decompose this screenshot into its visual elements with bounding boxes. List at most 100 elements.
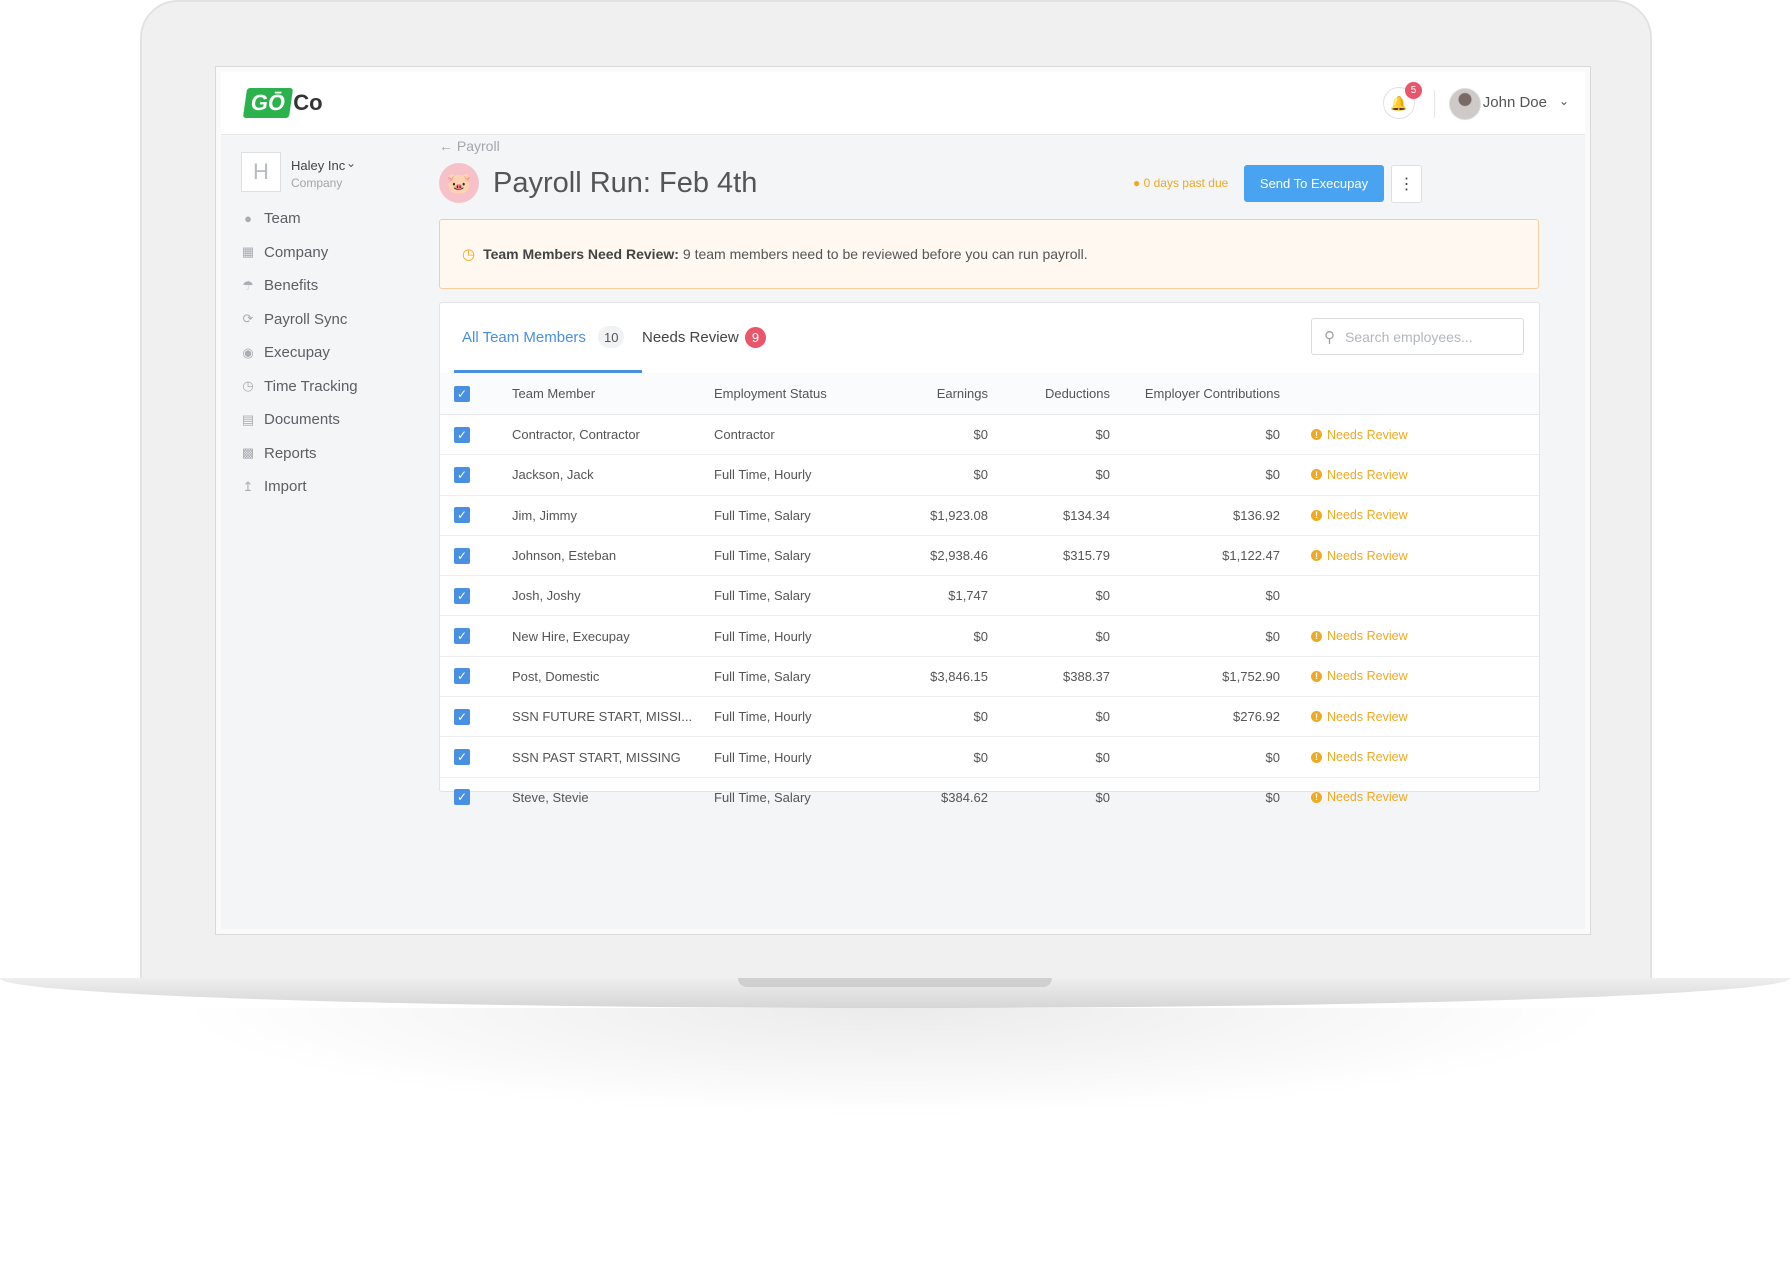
earnings-value: $1,923.08 [875, 495, 989, 536]
table-row[interactable]: ✓ SSN PAST START, MISSING Full Time, Hourl… [440, 736, 1539, 778]
team-member-name[interactable]: Jackson, Jack [511, 454, 713, 496]
row-checkbox[interactable]: ✓ [454, 789, 470, 806]
sync-icon: ⟳ [242, 311, 254, 327]
goco-logo[interactable]: GŌ Co [242, 88, 323, 118]
needs-review-link[interactable]: ! Needs Review [1311, 750, 1538, 764]
sidebar-item-reports[interactable]: ▩ Reports [241, 437, 421, 471]
row-checkbox[interactable]: ✓ [454, 668, 470, 685]
app-screen: GŌ Co 🔔 5 John Doe ⌄ H Haley Inc ⌄ Compa… [216, 67, 1590, 934]
company-initial-box[interactable]: H [241, 152, 281, 192]
row-checkbox[interactable]: ✓ [454, 628, 470, 645]
table-row[interactable]: ✓ Post, Domestic Full Time, Salary $3,846.1… [440, 656, 1539, 698]
table-row[interactable]: ✓ Josh, Joshy Full Time, Salary $1,747 $0 $0 [440, 575, 1539, 617]
piggy-bank-title-icon: 🐷 [439, 163, 479, 203]
deductions-value: $388.37 [989, 656, 1111, 698]
sidebar-item-payroll-sync[interactable]: ⟳ Payroll Sync [241, 303, 421, 337]
row-checkbox[interactable]: ✓ [454, 587, 470, 604]
select-all-checkbox[interactable]: ✓ [454, 385, 470, 402]
team-members-table: ✓ Team Member Employment Status Earnings… [440, 373, 1539, 817]
team-member-name[interactable]: Contractor, Contractor [511, 414, 713, 456]
column-header-employment-status[interactable]: Employment Status [713, 373, 875, 415]
sidebar-item-time-tracking[interactable]: ◷ Time Tracking [241, 370, 421, 404]
contributions-value: $0 [1111, 454, 1281, 496]
row-checkbox[interactable]: ✓ [454, 749, 470, 766]
table-row[interactable]: ✓ Jim, Jimmy Full Time, Salary $1,923.08 $13… [440, 495, 1539, 536]
search-icon: ⚲ [1324, 328, 1335, 346]
employment-status: Full Time, Hourly [713, 454, 875, 496]
sidebar-item-company[interactable]: ▦ Company [241, 236, 421, 270]
needs-review-label: Needs Review [1327, 709, 1408, 724]
team-member-name[interactable]: Josh, Joshy [511, 575, 713, 617]
row-checkbox[interactable]: ✓ [454, 708, 470, 725]
company-chevron-down-icon[interactable]: ⌄ [346, 156, 356, 170]
needs-review-link[interactable]: ! Needs Review [1311, 428, 1538, 442]
table-row[interactable]: ✓ New Hire, Execupay Full Time, Hourly $0 $0… [440, 615, 1539, 657]
column-header-employer-contributions[interactable]: Employer Contributions [1111, 373, 1281, 415]
team-member-name[interactable]: Johnson, Esteban [511, 535, 713, 577]
column-header-team-member[interactable]: Team Member [511, 373, 713, 415]
send-to-execupay-button[interactable]: Send To Execupay [1244, 165, 1384, 202]
needs-review-label: Needs Review [1327, 669, 1408, 684]
team-member-name[interactable]: Steve, Stevie [511, 777, 713, 817]
tab-review-count-badge: 9 [745, 327, 766, 348]
warning-icon: ! [1311, 791, 1322, 803]
needs-review-link[interactable]: ! Needs Review [1311, 629, 1538, 643]
earnings-value: $2,938.46 [875, 535, 989, 577]
team-member-name[interactable]: Jim, Jimmy [511, 495, 713, 536]
tab-all-team-members[interactable]: All Team Members [462, 329, 586, 346]
warning-icon: ! [1311, 670, 1322, 682]
row-checkbox[interactable]: ✓ [454, 507, 470, 524]
needs-review-link[interactable]: ! Needs Review [1311, 710, 1538, 724]
team-member-name[interactable]: New Hire, Execupay [511, 615, 713, 657]
user-name[interactable]: John Doe [1483, 94, 1547, 111]
tab-needs-review[interactable]: Needs Review [642, 329, 739, 346]
document-icon: ▤ [241, 411, 255, 427]
needs-review-link[interactable]: ! Needs Review [1311, 669, 1538, 683]
chevron-down-icon[interactable]: ⌄ [1559, 94, 1569, 108]
logo-co: Co [293, 90, 323, 115]
row-checkbox[interactable]: ✓ [454, 466, 470, 483]
company-name[interactable]: Haley Inc [291, 158, 345, 173]
arrow-left-icon: ← [439, 138, 457, 154]
warning-icon: ! [1311, 429, 1322, 441]
needs-review-link[interactable]: ! Needs Review [1311, 549, 1538, 563]
employment-status: Full Time, Hourly [713, 736, 875, 778]
contributions-value: $0 [1265, 789, 1280, 805]
column-header-earnings[interactable]: Earnings [875, 373, 989, 415]
table-row[interactable]: ✓ Contractor, Contractor Contractor $0 $0 $0!… [440, 414, 1539, 456]
team-member-name[interactable]: Post, Domestic [511, 656, 713, 698]
more-options-icon[interactable]: ⋮ [1391, 165, 1422, 203]
warning-icon: ● [1133, 176, 1141, 190]
needs-review-link[interactable]: ! Needs Review [1311, 468, 1538, 482]
sidebar-item-execupay[interactable]: ◉ Execupay [241, 336, 421, 370]
row-checkbox[interactable]: ✓ [454, 547, 470, 564]
table-row[interactable]: ✓ Johnson, Esteban Full Time, Salary $2,938… [440, 535, 1539, 577]
employment-status: Full Time, Hourly [713, 615, 875, 657]
team-member-name[interactable]: SSN FUTURE START, MISSI... [511, 696, 713, 738]
needs-review-link[interactable]: ! Needs Review [1311, 790, 1538, 804]
deductions-value: $0 [989, 414, 1111, 456]
sidebar-item-import[interactable]: ↥ Import [241, 470, 421, 504]
team-member-name[interactable]: SSN PAST START, MISSING [511, 736, 713, 778]
sidebar-item-label: Documents [264, 411, 340, 429]
table-row[interactable]: ✓ SSN FUTURE START, MISSI... Full Time, Ho… [440, 696, 1539, 738]
warning-icon: ! [1311, 630, 1322, 642]
table-row[interactable]: ✓ Steve, Stevie Full Time, Salary $384.62 $0… [440, 777, 1539, 817]
row-checkbox[interactable]: ✓ [454, 426, 470, 443]
sidebar-item-documents[interactable]: ▤ Documents [241, 403, 421, 437]
employment-status: Contractor [713, 414, 875, 456]
needs-review-link[interactable]: ! Needs Review [1311, 508, 1538, 522]
sidebar-item-label: Import [264, 478, 307, 496]
sidebar-item-benefits[interactable]: ☂ Benefits [241, 269, 421, 303]
table-row[interactable]: ✓ Jackson, Jack Full Time, Hourly $0 $0 $0! Ne… [440, 454, 1539, 496]
sidebar-item-team[interactable]: ● Team [241, 202, 421, 236]
earnings-value: $0 [875, 736, 989, 778]
user-avatar[interactable] [1449, 88, 1481, 120]
search-input[interactable] [1343, 327, 1507, 346]
back-link[interactable]: ← Payroll [439, 138, 500, 154]
search-box[interactable]: ⚲ [1311, 318, 1524, 355]
contributions-value: $0 [1111, 575, 1281, 617]
contributions-value: $276.92 [1111, 696, 1281, 738]
users-icon: ● [244, 211, 252, 227]
column-header-deductions[interactable]: Deductions [989, 373, 1111, 415]
